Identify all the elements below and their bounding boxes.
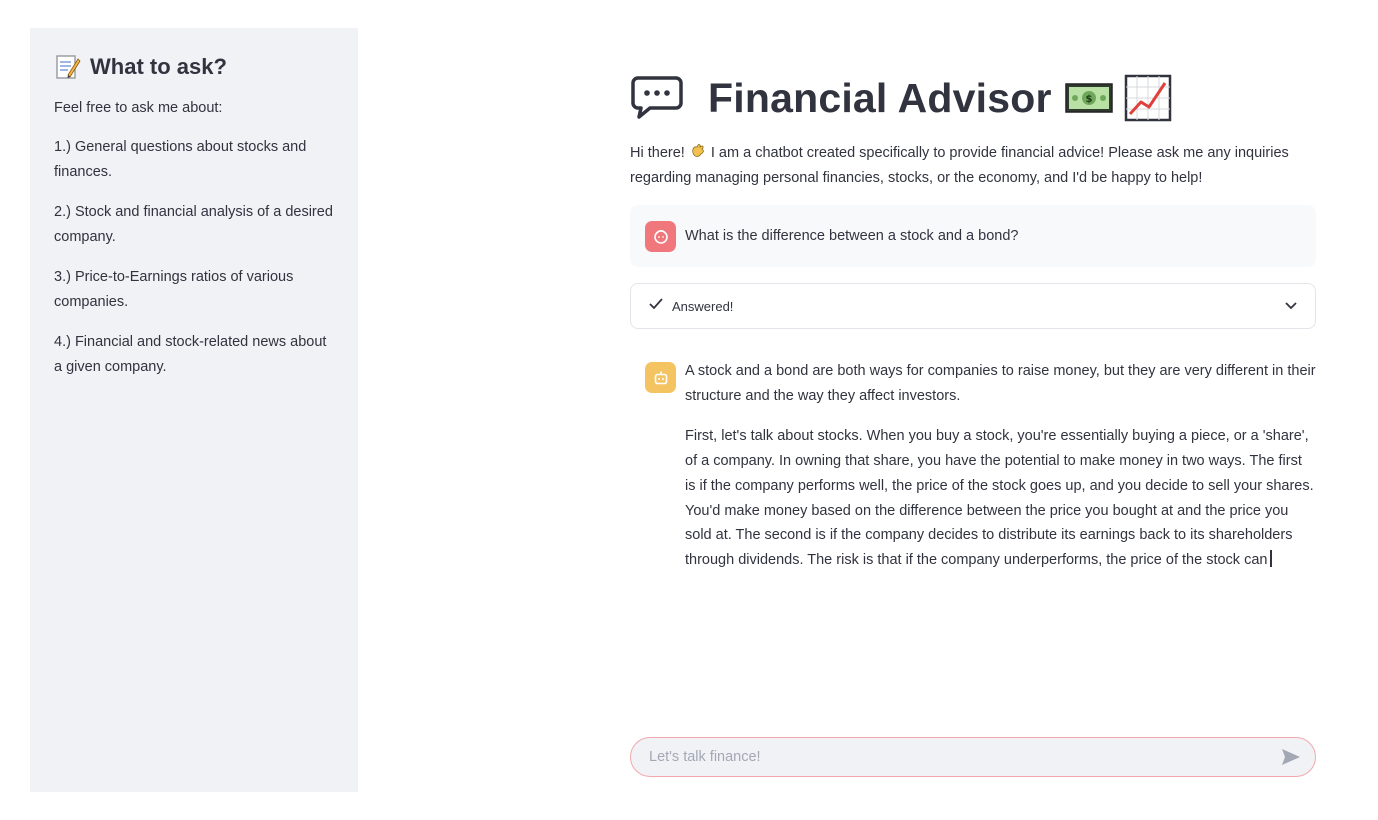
- page-title: Financial Advisor $: [630, 65, 1316, 131]
- sidebar-item-2: 2.) Stock and financial analysis of a de…: [54, 204, 333, 245]
- user-avatar-icon: [645, 220, 676, 252]
- title-text: Financial Advisor: [708, 74, 1052, 121]
- assistant-message: A stock and a bond are both ways for com…: [630, 359, 1316, 589]
- status-label: Answered!: [672, 298, 734, 314]
- user-message: What is the difference between a stock a…: [630, 205, 1316, 267]
- assistant-paragraph-2: First, let's talk about stocks. When you…: [685, 424, 1316, 572]
- app-page: What to ask? Feel free to ask me about: …: [0, 0, 1378, 820]
- assistant-message-body: A stock and a bond are both ways for com…: [685, 359, 1316, 589]
- typing-cursor: [1270, 549, 1273, 567]
- bot-avatar-icon: [645, 362, 676, 393]
- sidebar: What to ask? Feel free to ask me about: …: [30, 28, 358, 792]
- chart-increasing-icon: [1124, 74, 1172, 122]
- assistant-paragraph-1: A stock and a bond are both ways for com…: [685, 363, 1316, 404]
- user-message-text: What is the difference between a stock a…: [685, 228, 1019, 244]
- status-expander[interactable]: Answered!: [630, 283, 1316, 329]
- intro-paragraph: Hi there! I am a chatbot created specifi…: [630, 141, 1316, 191]
- sidebar-title-text: What to ask?: [90, 54, 227, 79]
- send-icon: [1282, 749, 1300, 765]
- chevron-down-icon[interactable]: [1285, 297, 1297, 315]
- svg-text:$: $: [1085, 94, 1092, 105]
- dollar-bill-icon: $: [1064, 80, 1114, 116]
- intro-line1: Hi there!: [630, 145, 689, 161]
- sidebar-title: What to ask?: [54, 52, 334, 82]
- send-button[interactable]: [1279, 745, 1303, 769]
- intro-line2: I am a chatbot created specifically to p…: [630, 145, 1289, 186]
- chat-input[interactable]: [647, 748, 1279, 766]
- sidebar-item-3: 3.) Price-to-Earnings ratios of various …: [54, 269, 294, 310]
- waving-hand-icon: [689, 144, 707, 161]
- sidebar-item-4: 4.) Financial and stock-related news abo…: [54, 334, 327, 375]
- chat-input-bar: [630, 737, 1316, 777]
- checkmark-icon: [649, 297, 663, 315]
- assistant-paragraph-2-text: First, let's talk about stocks. When you…: [685, 428, 1314, 568]
- sidebar-item-1: 1.) General questions about stocks and f…: [54, 139, 307, 180]
- main-content: Financial Advisor $ Hi there! I am a cha…: [630, 60, 1316, 589]
- speech-bubble-icon: [630, 75, 684, 121]
- sidebar-intro: Feel free to ask me about:: [54, 100, 223, 116]
- memo-icon: [54, 53, 82, 81]
